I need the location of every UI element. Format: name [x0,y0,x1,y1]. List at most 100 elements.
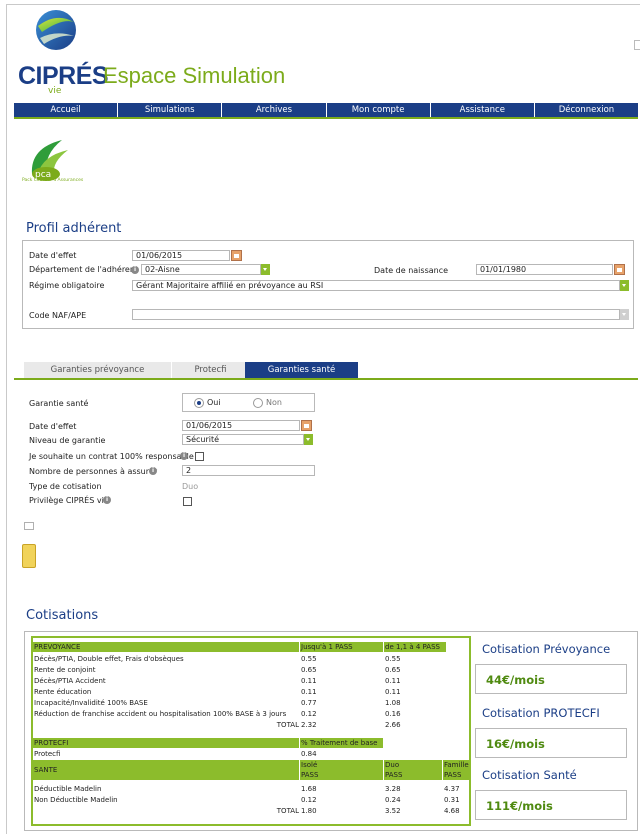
nav-accueil[interactable]: Accueil [14,103,119,117]
departement-label: Département de l'adhérent [29,265,139,274]
table-cell: Non Déductible Madelin [34,796,118,804]
info-icon[interactable]: i [131,266,139,274]
table-cell: 2.32 [301,721,317,729]
table-cell: Décès/PTIA, Double effet, Frais d'obsèqu… [34,655,184,663]
cipres-logo-icon [36,10,76,50]
calendar-icon[interactable] [231,250,242,261]
privilege-label: Privilège CIPRÉS vie [29,496,109,505]
pca-caption: Pack Courtier d'Assurances [22,178,84,183]
radio-non[interactable] [253,398,263,408]
regime-select[interactable]: Gérant Majoritaire affilié en prévoyance… [132,280,620,291]
table-cell: 4.37 [444,785,460,793]
nav-simulations[interactable]: Simulations [118,103,223,117]
cotisation-prevoyance-value: 44€/mois [486,673,545,687]
table-cell: 0.12 [301,796,317,804]
table-cell: 4.68 [444,807,460,815]
brand-name: CIPRÉS [18,62,109,90]
table-cell: 1.68 [301,785,317,793]
table-cell: Incapacité/Invalidité 100% BASE [34,699,148,707]
table-header-cell: Famille [443,760,469,770]
table-header-cell: % Traitement de base [300,738,383,748]
chevron-down-icon[interactable] [304,434,313,445]
cotisation-sante-box: 111€/mois [475,790,627,820]
radio-oui[interactable] [194,398,204,408]
table-header-cell: PASS [384,770,442,780]
cotisation-protecfi-label: Cotisation PROTECFI [482,706,600,720]
chevron-down-icon[interactable] [620,280,629,291]
table-cell: Décès/PTIA Accident [34,677,106,685]
nb-personnes-input[interactable]: 2 [182,465,315,476]
departement-select[interactable]: 02-Aisne [141,264,261,275]
table-cell: 1.08 [385,699,401,707]
document-icon[interactable] [24,522,34,530]
table-cell: 2.66 [385,721,401,729]
cotisations-title: Cotisations [26,608,99,623]
chevron-down-icon[interactable] [620,309,629,320]
table-header-cell: PASS [443,770,469,780]
table-header-cell: Jusqu'à 1 PASS [300,642,383,652]
table-cell: 0.12 [301,710,317,718]
tab-garanties-sante[interactable]: Garanties santé [245,362,359,378]
table-header-cell: Isolé [300,760,383,770]
sante-date-effet-label: Date d'effet [29,422,77,431]
date-effet-input[interactable]: 01/06/2015 [132,250,230,261]
table-cell: 0.16 [385,710,401,718]
cotisation-protecfi-value: 16€/mois [486,737,545,751]
table-cell: 0.11 [385,677,401,685]
cotisation-prevoyance-box: 44€/mois [475,664,627,694]
tab-bar: Garanties prévoyance Protecfi Garanties … [14,362,638,380]
calendar-icon[interactable] [301,420,312,431]
cotisation-protecfi-box: 16€/mois [475,728,627,758]
table-header-cell: de 1,1 à 4 PASS [384,642,446,652]
table-header-cell: PREVOYANCE [33,642,299,652]
table-header-cell: PASS [300,770,383,780]
table-cell: 0.84 [301,750,317,758]
sante-date-effet-input[interactable]: 01/06/2015 [182,420,300,431]
date-naissance-label: Date de naissance [374,266,449,275]
naf-select[interactable] [132,309,620,320]
radio-oui-label: Oui [207,398,221,407]
folder-icon[interactable] [22,544,36,568]
table-cell: 0.11 [385,688,401,696]
table-cell: Rente éducation [34,688,92,696]
nav-mon-compte[interactable]: Mon compte [327,103,431,117]
privilege-checkbox[interactable] [183,497,192,506]
type-cotisation-value: Duo [182,482,199,491]
table-header-cell: PROTECFI [33,738,299,748]
nav-archives[interactable]: Archives [222,103,327,117]
garantie-sante-radio-group: Oui Non [182,393,315,412]
info-icon[interactable]: i [103,496,111,504]
contrat-responsable-checkbox[interactable] [195,452,204,461]
tab-garanties-prevoyance[interactable]: Garanties prévoyance [24,362,172,378]
table-cell: 0.65 [301,666,317,674]
profil-title: Profil adhérent [26,221,122,236]
table-cell: 0.65 [385,666,401,674]
table-cell: 1.80 [301,807,317,815]
cotisation-prevoyance-label: Cotisation Prévoyance [482,642,611,656]
contrat-responsable-label: Je souhaite un contrat 100% responsable [29,452,194,461]
type-cotisation-label: Type de cotisation [29,482,102,491]
naf-label: Code NAF/APE [29,311,87,320]
info-icon[interactable]: i [149,467,157,475]
table-cell: 0.11 [301,688,317,696]
date-effet-label: Date d'effet [29,251,77,260]
table-cell: 0.31 [444,796,460,804]
radio-non-label: Non [266,398,282,407]
calendar-icon[interactable] [614,264,625,275]
tab-protecfi[interactable]: Protecfi [172,362,250,378]
main-navigation: Accueil Simulations Archives Mon compte … [14,103,638,119]
garantie-sante-label: Garantie santé [29,399,89,408]
date-naissance-input[interactable]: 01/01/1980 [476,264,613,275]
niveau-label: Niveau de garantie [29,436,106,445]
niveau-select[interactable]: Sécurité [182,434,304,445]
table-cell: Déductible Madelin [34,785,102,793]
nav-deconnexion[interactable]: Déconnexion [535,103,638,117]
window-edge-marker [634,40,640,50]
info-icon[interactable]: i [180,452,188,460]
table-cell: 3.28 [385,785,401,793]
chevron-down-icon[interactable] [261,264,270,275]
brand-sub: vie [48,86,62,96]
table-cell: Réduction de franchise accident ou hospi… [34,710,287,718]
prevoyance-header-row: PREVOYANCE Jusqu'à 1 PASS de 1,1 à 4 PAS… [33,642,469,652]
nav-assistance[interactable]: Assistance [431,103,535,117]
